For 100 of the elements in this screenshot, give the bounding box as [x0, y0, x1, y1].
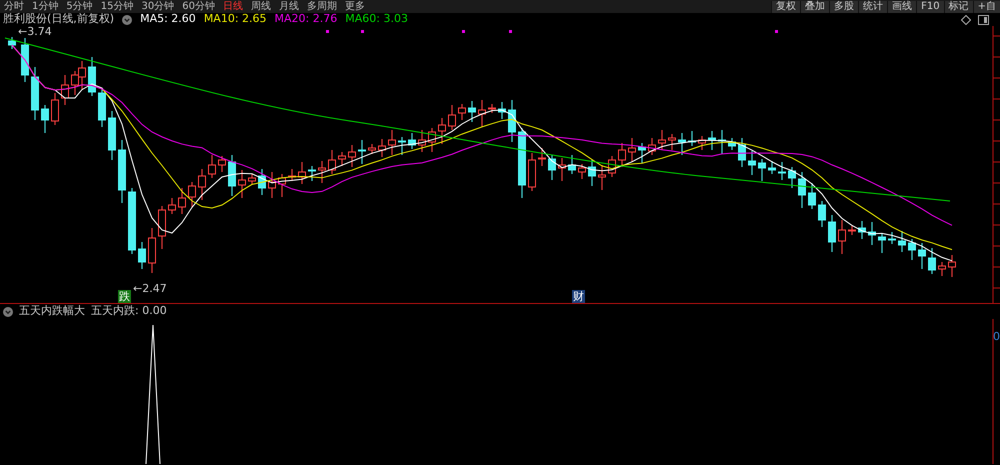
axis-label: 0 — [993, 329, 1000, 345]
toolbar-button[interactable]: 复权 — [771, 0, 800, 12]
candlestick — [178, 188, 186, 214]
indicator-title: 五天内跌幅大 — [19, 303, 85, 320]
candlestick — [788, 166, 796, 188]
candlestick — [388, 130, 396, 156]
candlestick — [608, 156, 616, 178]
candlestick — [41, 104, 49, 134]
candlestick — [678, 132, 686, 156]
candlestick — [848, 226, 856, 236]
candlestick — [548, 154, 556, 180]
candlestick — [818, 200, 826, 228]
period-tab[interactable]: 月线 — [274, 0, 303, 12]
period-tab[interactable]: 1分钟 — [28, 0, 62, 12]
period-tab[interactable]: 多周期 — [302, 0, 341, 12]
toolbar-button[interactable]: 画线 — [887, 0, 916, 12]
candlestick — [568, 154, 576, 174]
candlestick — [88, 56, 96, 96]
candlestick — [148, 228, 156, 274]
candlestick — [468, 100, 476, 122]
candlestick — [648, 138, 656, 156]
candlestick — [138, 242, 146, 270]
candlestick — [828, 214, 836, 252]
low-price-label: ←2.47 — [133, 283, 167, 295]
candlestick — [288, 168, 296, 182]
candlestick — [858, 220, 866, 240]
ma-value: MA10: 2.65 — [204, 11, 267, 28]
candlestick — [758, 158, 766, 182]
candlestick — [748, 150, 756, 176]
candlestick — [448, 104, 456, 130]
candlestick — [258, 168, 266, 196]
high-price-label: ←3.74 — [18, 26, 52, 38]
candlestick — [328, 150, 336, 174]
candlestick — [868, 222, 876, 246]
candlestick — [248, 174, 256, 186]
collapse-icon[interactable] — [122, 14, 132, 24]
candlestick — [188, 182, 196, 208]
event-marker[interactable]: 财 — [572, 290, 585, 303]
toolbar-button[interactable]: 标记 — [944, 0, 973, 12]
candlestick — [488, 104, 496, 114]
stock-title: 胜利股份(日线,前复权) — [3, 11, 114, 26]
candlestick — [268, 172, 276, 198]
candlestick — [638, 142, 646, 164]
diamond-icon[interactable] — [961, 15, 971, 25]
candlestick — [908, 238, 916, 260]
candlestick — [938, 262, 946, 276]
period-tab[interactable]: 分时 — [0, 0, 28, 12]
toolbar-button[interactable]: +自 — [972, 0, 1000, 12]
candlestick — [688, 130, 696, 146]
period-tab[interactable]: 周线 — [246, 0, 275, 12]
toolbar-button[interactable]: 统计 — [858, 0, 888, 12]
ma-value: MA20: 2.76 — [274, 11, 338, 28]
toolbar-button[interactable]: 多股 — [829, 0, 858, 12]
candlestick — [948, 254, 956, 278]
candlestick — [428, 128, 436, 152]
candlestick — [158, 206, 166, 250]
candlestick — [898, 230, 906, 252]
candlestick — [658, 130, 666, 150]
period-tab[interactable]: 5分钟 — [62, 0, 97, 12]
candlestick — [118, 140, 126, 204]
collapse-icon[interactable] — [3, 306, 13, 316]
period-tab[interactable]: 60分钟 — [178, 0, 219, 12]
candlestick — [338, 152, 346, 166]
period-tab[interactable]: 15分钟 — [96, 0, 138, 12]
candlestick — [208, 154, 216, 178]
candlestick — [578, 164, 586, 180]
candlestick — [308, 166, 316, 182]
candlestick — [8, 36, 16, 50]
candlestick — [128, 188, 136, 254]
candlestick — [878, 232, 886, 254]
candlestick — [728, 138, 736, 150]
period-tab[interactable]: 日线 — [218, 0, 247, 12]
ma-value: MA60: 3.03 — [345, 11, 408, 28]
candlestick — [318, 160, 326, 184]
period-tab[interactable]: 30分钟 — [137, 0, 178, 12]
toolbar-button[interactable]: F10 — [916, 0, 944, 12]
toolbar-button[interactable]: 叠加 — [800, 0, 830, 12]
candlestick — [51, 92, 59, 126]
panel-icon[interactable] — [978, 15, 989, 25]
candlestick — [798, 172, 806, 208]
candlestick — [528, 152, 536, 192]
candlestick — [738, 138, 746, 168]
candlestick — [518, 128, 526, 198]
candlestick — [558, 158, 566, 182]
candlestick — [348, 144, 356, 168]
candlestick — [588, 160, 596, 186]
candlestick — [508, 100, 516, 142]
candlestick — [768, 160, 776, 174]
candlestick — [358, 140, 366, 164]
candlestick — [61, 74, 69, 106]
candlestick — [698, 136, 706, 150]
event-marker[interactable]: 跌 — [118, 290, 131, 303]
candlestick — [238, 170, 246, 198]
candlestick — [228, 154, 236, 196]
candlestick — [31, 66, 39, 120]
candlestick — [438, 118, 446, 144]
candlestick — [21, 38, 29, 82]
period-tab[interactable]: 更多 — [340, 0, 369, 12]
candlestick — [618, 142, 626, 168]
candlestick — [378, 138, 386, 158]
